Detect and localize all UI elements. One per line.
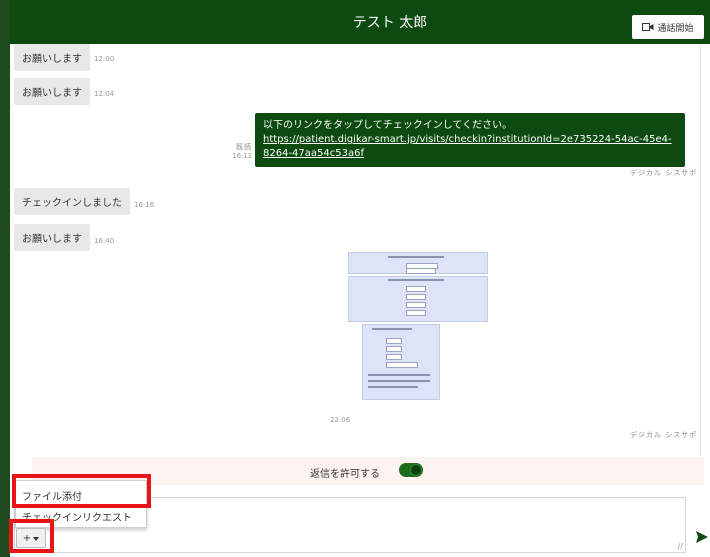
checkin-link-message: 以下のリンクをタップしてチェックインしてください。 https://patien… bbox=[255, 113, 685, 167]
start-call-button[interactable]: 通話開始 bbox=[632, 15, 704, 39]
menu-item-file-attach[interactable]: ファイル添付 bbox=[22, 488, 82, 503]
add-menu-button[interactable]: + bbox=[16, 528, 46, 548]
plus-label: + bbox=[22, 532, 32, 544]
sender-name: デジカル シスサポ bbox=[630, 169, 698, 177]
message-time: 12:04 bbox=[94, 90, 115, 98]
reply-permission-toggle[interactable] bbox=[399, 463, 423, 477]
start-call-label: 通話開始 bbox=[657, 23, 694, 34]
message-bubble: チェックインしました bbox=[14, 188, 130, 215]
left-frame bbox=[0, 0, 10, 557]
video-camera-icon bbox=[642, 22, 654, 32]
resize-grip-icon[interactable]: // bbox=[678, 542, 683, 551]
contact-name: テスト 太郎 bbox=[352, 15, 428, 31]
attached-image[interactable] bbox=[348, 252, 488, 402]
checkin-link[interactable]: https://patient.digikar-smart.jp/visits/… bbox=[263, 133, 677, 161]
message-time: 12:00 bbox=[94, 55, 115, 63]
message-time: 16:16 bbox=[134, 201, 155, 209]
read-status: 既読 bbox=[236, 143, 252, 151]
scrollbar[interactable] bbox=[700, 44, 710, 454]
message-time: 22:06 bbox=[330, 416, 351, 424]
reply-permission-label: 返信を許可する bbox=[310, 469, 380, 480]
message-list[interactable]: お願いします 12:00 お願いします 12:04 既読 16:11 以下のリン… bbox=[10, 44, 700, 456]
message-time: 16:11 bbox=[232, 152, 253, 160]
menu-item-checkin-request[interactable]: チェックインリクエスト bbox=[22, 509, 132, 524]
attach-menu: ファイル添付 チェックインリクエスト bbox=[15, 480, 147, 528]
sender-name: デジカル シスサポ bbox=[630, 431, 698, 439]
send-icon[interactable] bbox=[695, 530, 709, 548]
message-time: 16:40 bbox=[94, 237, 115, 245]
toggle-knob bbox=[411, 465, 421, 475]
message-bubble: お願いします bbox=[14, 78, 90, 105]
chevron-down-icon bbox=[33, 533, 40, 544]
message-text: 以下のリンクをタップしてチェックインしてください。 bbox=[263, 120, 513, 131]
message-bubble: お願いします bbox=[14, 44, 90, 71]
chat-header: テスト 太郎 通話開始 × bbox=[10, 0, 710, 44]
message-bubble: お願いします bbox=[14, 224, 90, 251]
